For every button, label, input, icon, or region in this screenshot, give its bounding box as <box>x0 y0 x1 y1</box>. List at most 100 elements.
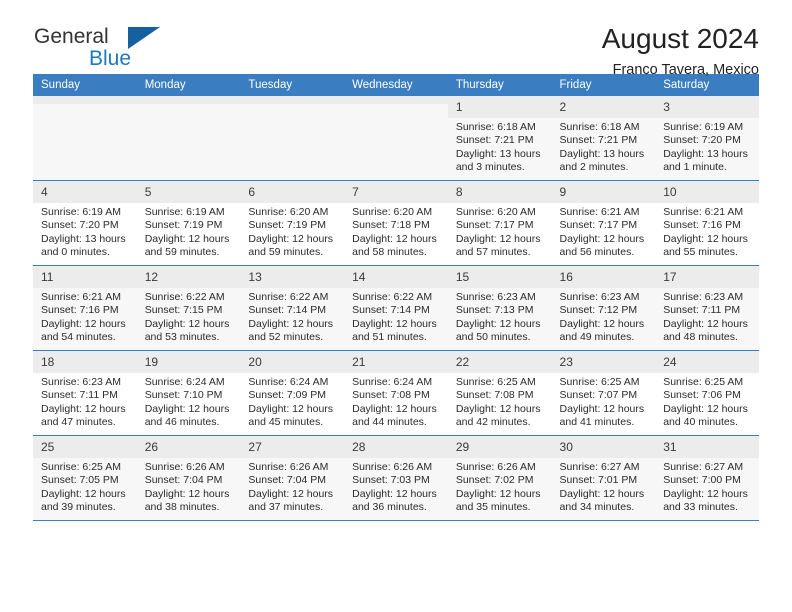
day-detail-sunset: Sunset: 7:05 PM <box>41 474 119 487</box>
calendar-day-cell[interactable]: 12 Sunrise: 6:22 AM Sunset: 7:15 PM Dayligh… <box>136 265 241 351</box>
calendar-day-cell[interactable]: 20 Sunrise: 6:24 AM Sunset: 7:09 PM Dayligh… <box>240 350 345 436</box>
day-detail-daylight2: and 48 minutes. <box>663 331 738 344</box>
day-detail-daylight2: and 47 minutes. <box>41 416 116 429</box>
day-detail-sunrise: Sunrise: 6:21 AM <box>559 206 640 218</box>
day-detail-sunset: Sunset: 7:14 PM <box>352 304 430 317</box>
calendar-day-cell[interactable]: 3 Sunrise: 6:19 AM Sunset: 7:20 PM Daylight… <box>655 96 759 181</box>
calendar-day-cell[interactable]: 19 Sunrise: 6:24 AM Sunset: 7:10 PM Dayligh… <box>136 350 241 436</box>
calendar-day-cell[interactable]: 21 Sunrise: 6:24 AM Sunset: 7:08 PM Dayligh… <box>344 350 448 436</box>
day-detail-sunrise: Sunrise: 6:21 AM <box>41 291 121 303</box>
calendar-day-cell[interactable]: 27 Sunrise: 6:26 AM Sunset: 7:04 PM Dayligh… <box>240 435 345 521</box>
day-number: 6 <box>240 181 345 203</box>
calendar-day-cell[interactable]: 2 Sunrise: 6:18 AM Sunset: 7:21 PM Daylight… <box>551 96 656 181</box>
day-details: Sunrise: 6:23 AM Sunset: 7:12 PM Daylight:… <box>552 288 656 345</box>
day-details: Sunrise: 6:22 AM Sunset: 7:14 PM Daylight:… <box>240 288 344 345</box>
day-detail-daylight2: and 53 minutes. <box>144 331 220 344</box>
calendar-day-cell[interactable]: 1 Sunrise: 6:18 AM Sunset: 7:21 PM Daylight… <box>447 96 552 181</box>
day-number: 1 <box>447 96 552 118</box>
day-detail-daylight1: Daylight: 12 hours <box>352 317 437 330</box>
day-detail-sunset: Sunset: 7:20 PM <box>41 219 119 232</box>
day-detail-daylight1: Daylight: 12 hours <box>144 317 230 330</box>
day-detail-daylight1: Daylight: 12 hours <box>559 402 645 415</box>
calendar-day-cell[interactable]: 8 Sunrise: 6:20 AM Sunset: 7:17 PM Daylight… <box>447 180 552 266</box>
day-details: Sunrise: 6:18 AM Sunset: 7:21 PM Daylight:… <box>448 118 552 175</box>
day-details: Sunrise: 6:20 AM Sunset: 7:18 PM Daylight:… <box>344 203 448 260</box>
calendar-day-cell[interactable]: 16 Sunrise: 6:23 AM Sunset: 7:12 PM Dayligh… <box>551 265 656 351</box>
day-detail-daylight2: and 33 minutes. <box>663 501 738 514</box>
day-detail-daylight2: and 34 minutes. <box>559 501 635 514</box>
calendar-day-cell[interactable] <box>33 96 137 181</box>
day-detail-sunrise: Sunrise: 6:26 AM <box>248 461 329 473</box>
day-number: 24 <box>655 351 759 373</box>
calendar-day-cell[interactable]: 24 Sunrise: 6:25 AM Sunset: 7:06 PM Dayligh… <box>655 350 759 436</box>
day-details: Sunrise: 6:25 AM Sunset: 7:06 PM Daylight:… <box>655 373 759 430</box>
day-detail-daylight2: and 36 minutes. <box>352 501 427 514</box>
day-number: 20 <box>240 351 345 373</box>
day-number: 29 <box>447 436 552 458</box>
calendar-week-row: 18 Sunrise: 6:23 AM Sunset: 7:11 PM Dayligh… <box>33 350 759 436</box>
calendar-day-cell[interactable]: 18 Sunrise: 6:23 AM Sunset: 7:11 PM Dayligh… <box>33 350 137 436</box>
weekday-header-tuesday: Tuesday <box>240 74 345 96</box>
calendar-day-cell[interactable]: 11 Sunrise: 6:21 AM Sunset: 7:16 PM Dayligh… <box>33 265 137 351</box>
calendar-day-cell[interactable]: 6 Sunrise: 6:20 AM Sunset: 7:19 PM Daylight… <box>240 180 345 266</box>
calendar-day-cell[interactable]: 31 Sunrise: 6:27 AM Sunset: 7:00 PM Dayligh… <box>655 435 759 521</box>
calendar-day-cell[interactable]: 17 Sunrise: 6:23 AM Sunset: 7:11 PM Dayligh… <box>655 265 759 351</box>
day-detail-sunrise: Sunrise: 6:22 AM <box>352 291 433 303</box>
day-detail-daylight1: Daylight: 12 hours <box>455 402 541 415</box>
day-detail-daylight1: Daylight: 12 hours <box>663 317 748 330</box>
day-number: 18 <box>33 351 137 373</box>
day-detail-sunset: Sunset: 7:06 PM <box>663 389 741 402</box>
calendar-day-cell[interactable]: 15 Sunrise: 6:23 AM Sunset: 7:13 PM Dayligh… <box>447 265 552 351</box>
day-detail-daylight1: Daylight: 12 hours <box>663 402 748 415</box>
day-detail-sunrise: Sunrise: 6:22 AM <box>144 291 225 303</box>
calendar-week-row: 1 Sunrise: 6:18 AM Sunset: 7:21 PM Daylight… <box>33 96 759 181</box>
day-detail-sunset: Sunset: 7:04 PM <box>144 474 223 487</box>
day-detail-sunrise: Sunrise: 6:25 AM <box>663 376 744 388</box>
day-detail-sunrise: Sunrise: 6:27 AM <box>559 461 640 473</box>
day-details: Sunrise: 6:22 AM Sunset: 7:15 PM Daylight:… <box>137 288 241 345</box>
day-detail-daylight1: Daylight: 12 hours <box>455 317 541 330</box>
day-detail-daylight1: Daylight: 12 hours <box>248 487 334 500</box>
day-details: Sunrise: 6:18 AM Sunset: 7:21 PM Daylight:… <box>552 118 656 175</box>
day-number: 9 <box>551 181 656 203</box>
calendar-day-cell[interactable]: 13 Sunrise: 6:22 AM Sunset: 7:14 PM Dayligh… <box>240 265 345 351</box>
calendar-day-cell[interactable]: 4 Sunrise: 6:19 AM Sunset: 7:20 PM Daylight… <box>33 180 137 266</box>
day-details: Sunrise: 6:24 AM Sunset: 7:09 PM Daylight:… <box>240 373 344 430</box>
calendar-day-cell[interactable]: 28 Sunrise: 6:26 AM Sunset: 7:03 PM Dayligh… <box>344 435 448 521</box>
calendar-day-cell[interactable]: 23 Sunrise: 6:25 AM Sunset: 7:07 PM Dayligh… <box>551 350 656 436</box>
day-number: 21 <box>344 351 448 373</box>
day-detail-sunrise: Sunrise: 6:26 AM <box>455 461 536 473</box>
day-detail-daylight2: and 41 minutes. <box>559 416 635 429</box>
day-number: 8 <box>447 181 552 203</box>
calendar-day-cell[interactable] <box>240 96 345 181</box>
calendar-day-cell[interactable]: 7 Sunrise: 6:20 AM Sunset: 7:18 PM Daylight… <box>344 180 448 266</box>
calendar-day-cell[interactable]: 30 Sunrise: 6:27 AM Sunset: 7:01 PM Dayligh… <box>551 435 656 521</box>
day-number: 31 <box>655 436 759 458</box>
day-detail-sunrise: Sunrise: 6:25 AM <box>455 376 536 388</box>
day-number: 25 <box>33 436 137 458</box>
day-detail-sunset: Sunset: 7:11 PM <box>663 304 741 317</box>
day-details: Sunrise: 6:20 AM Sunset: 7:19 PM Daylight:… <box>240 203 344 260</box>
calendar-day-cell[interactable]: 29 Sunrise: 6:26 AM Sunset: 7:02 PM Dayligh… <box>447 435 552 521</box>
calendar-day-cell[interactable]: 25 Sunrise: 6:25 AM Sunset: 7:05 PM Dayligh… <box>33 435 137 521</box>
calendar-day-cell[interactable]: 14 Sunrise: 6:22 AM Sunset: 7:14 PM Dayligh… <box>344 265 448 351</box>
day-details: Sunrise: 6:26 AM Sunset: 7:04 PM Daylight:… <box>137 458 241 515</box>
day-number: 16 <box>551 266 656 288</box>
day-number: 30 <box>551 436 656 458</box>
calendar-day-cell[interactable]: 9 Sunrise: 6:21 AM Sunset: 7:17 PM Daylight… <box>551 180 656 266</box>
day-details: Sunrise: 6:26 AM Sunset: 7:03 PM Daylight:… <box>344 458 448 515</box>
day-detail-daylight1: Daylight: 12 hours <box>248 317 334 330</box>
calendar-day-cell[interactable]: 5 Sunrise: 6:19 AM Sunset: 7:19 PM Daylight… <box>136 180 241 266</box>
calendar-day-cell[interactable]: 10 Sunrise: 6:21 AM Sunset: 7:16 PM Dayligh… <box>655 180 759 266</box>
brand-logo[interactable]: General Blue <box>33 25 273 77</box>
day-detail-sunset: Sunset: 7:04 PM <box>248 474 327 487</box>
calendar-day-cell[interactable]: 22 Sunrise: 6:25 AM Sunset: 7:08 PM Dayligh… <box>447 350 552 436</box>
calendar-day-cell[interactable]: 26 Sunrise: 6:26 AM Sunset: 7:04 PM Dayligh… <box>136 435 241 521</box>
day-detail-daylight2: and 55 minutes. <box>663 246 738 259</box>
calendar-day-cell[interactable] <box>344 96 448 181</box>
day-detail-daylight1: Daylight: 12 hours <box>248 232 334 245</box>
calendar-day-cell[interactable] <box>136 96 241 181</box>
day-number <box>344 96 448 104</box>
calendar-page: General Blue August 2024 Franco Tavera, … <box>0 0 792 612</box>
weekday-header-wednesday: Wednesday <box>344 74 448 96</box>
